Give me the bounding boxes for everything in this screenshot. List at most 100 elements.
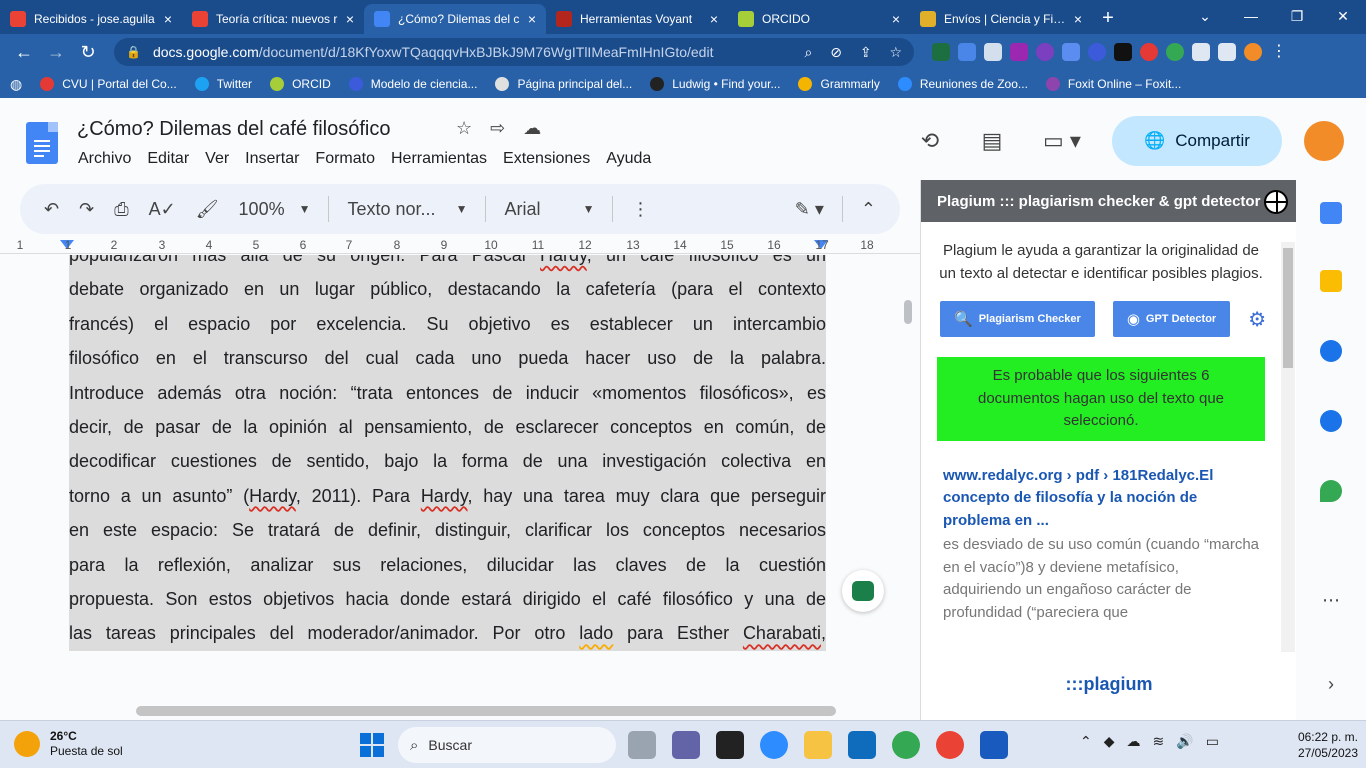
bookmark-item[interactable]: Grammarly [798, 77, 880, 91]
url-input[interactable]: 🔒 docs.google.com/document/d/18KfYoxwTQa… [114, 38, 914, 66]
share-button[interactable]: 🌐 Compartir [1112, 116, 1282, 166]
more-apps-icon[interactable]: ⋯ [1320, 590, 1342, 612]
back-icon[interactable]: ← [8, 42, 40, 63]
dropbox-icon[interactable]: ◆ [1104, 733, 1115, 750]
document-scrollbar[interactable] [904, 300, 912, 324]
meet-camera-icon[interactable]: ▭ ▾ [1034, 128, 1090, 154]
bookmark-star-icon[interactable]: ☆ [889, 44, 902, 60]
extension-icon[interactable] [1036, 43, 1054, 61]
menu-item[interactable]: Extensiones [495, 150, 598, 168]
comments-icon[interactable]: ▤ [972, 128, 1012, 154]
gpt-detector-badge[interactable] [842, 570, 884, 612]
start-button[interactable] [360, 733, 384, 757]
eye-off-icon[interactable]: ⊘ [830, 44, 842, 60]
close-tab-icon[interactable]: × [1074, 11, 1082, 27]
battery-icon[interactable]: ▭ [1206, 733, 1219, 750]
contacts-icon[interactable] [1320, 410, 1342, 432]
zoom-icon[interactable]: ⌕ [804, 44, 812, 60]
translate-extension-icon[interactable] [984, 43, 1002, 61]
document-canvas[interactable]: popularizaron más allá de su origen. Par… [0, 255, 920, 720]
collapse-menus-icon[interactable]: ⌃ [851, 199, 886, 220]
crosshair-close-icon[interactable] [1264, 190, 1288, 214]
extension-icon[interactable] [1062, 43, 1080, 61]
browser-tab[interactable]: Herramientas Voyant × [546, 4, 728, 34]
bookmark-item[interactable]: Foxit Online – Foxit... [1045, 77, 1181, 91]
excel-extension-icon[interactable] [932, 43, 950, 61]
close-tab-icon[interactable]: × [528, 11, 536, 27]
spellcheck-icon[interactable]: A✓ [139, 199, 186, 220]
browser-tab[interactable]: Recibidos - jose.aguila × [0, 4, 182, 34]
bookmark-item[interactable]: Página principal del... [495, 77, 632, 91]
sidepanel-icon[interactable] [1218, 43, 1236, 61]
browser-tab[interactable]: ORCIDO × [728, 4, 910, 34]
document-body[interactable]: popularizaron más allá de su origen. Par… [69, 255, 826, 651]
task-view-icon[interactable] [628, 731, 656, 759]
forward-icon[interactable]: → [40, 42, 72, 63]
more-options-icon[interactable]: ⋮ [621, 199, 659, 220]
menu-dots-icon[interactable]: ⋮ [1270, 43, 1288, 61]
weather-widget[interactable]: 26°C Puesta de sol [14, 729, 123, 759]
bookmark-item[interactable]: Ludwig • Find your... [650, 77, 780, 91]
bookmark-item[interactable]: ORCID [270, 77, 331, 91]
spelling-flag[interactable]: Hardy [540, 255, 587, 265]
menu-item[interactable]: Editar [139, 150, 197, 168]
maps-icon[interactable] [1320, 480, 1342, 502]
calendar-icon[interactable] [1320, 202, 1342, 224]
spelling-flag[interactable]: Hardy [421, 486, 468, 506]
menu-item[interactable]: Ver [197, 150, 237, 168]
new-tab-button[interactable]: + [1092, 4, 1124, 34]
chevron-up-icon[interactable]: ⌃ [1080, 733, 1092, 750]
edit-mode-icon[interactable]: ✎ ▾ [785, 199, 834, 220]
extension-icon[interactable] [1114, 43, 1132, 61]
font-select[interactable]: Arial ▼ [494, 199, 604, 220]
mail-icon[interactable] [848, 731, 876, 759]
clock[interactable]: 06:22 p. m. 27/05/2023 [1258, 729, 1358, 761]
browser-tab[interactable]: Envíos | Ciencia y Filos × [910, 4, 1092, 34]
extension-icon[interactable] [1166, 43, 1184, 61]
extension-icon[interactable] [1088, 43, 1106, 61]
browser-tab[interactable]: ¿Cómo? Dilemas del c × [364, 4, 546, 34]
volume-icon[interactable]: 🔊 [1176, 733, 1193, 750]
chrome-icon[interactable] [892, 731, 920, 759]
tab-search-icon[interactable]: ⌄ [1182, 0, 1228, 34]
reload-icon[interactable]: ↻ [72, 42, 104, 63]
onedrive-icon[interactable]: ☁ [1127, 733, 1141, 750]
redo-icon[interactable]: ↷ [69, 199, 104, 220]
docs-logo-icon[interactable] [26, 122, 58, 164]
panel-scrollbar[interactable] [1281, 242, 1295, 652]
menu-item[interactable]: Insertar [237, 150, 307, 168]
menu-item[interactable]: Herramientas [383, 150, 495, 168]
word-icon[interactable] [980, 731, 1008, 759]
document-title[interactable]: ¿Cómo? Dilemas del café filosófico [77, 118, 390, 141]
gpt-detector-button[interactable]: ◉ GPT Detector [1112, 301, 1231, 337]
keep-icon[interactable] [1320, 270, 1342, 292]
teams-chat-icon[interactable] [672, 731, 700, 759]
chrome-active-icon[interactable] [936, 731, 964, 759]
app-icon[interactable] [716, 731, 744, 759]
paint-format-icon[interactable]: 🖌 [186, 199, 229, 220]
zoom-select[interactable]: 100% ▼ [229, 199, 321, 220]
bookmark-item[interactable]: Modelo de ciencia... [348, 77, 477, 91]
paragraph-style-select[interactable]: Texto nor... ▼ [337, 199, 477, 220]
profile-avatar[interactable] [1244, 43, 1262, 61]
cloud-saved-icon[interactable]: ☁ [523, 118, 541, 139]
wifi-icon[interactable]: ≋ [1153, 733, 1165, 750]
close-tab-icon[interactable]: × [346, 11, 354, 27]
browser-tab[interactable]: Teoría crítica: nuevos r × [182, 4, 364, 34]
spelling-flag[interactable]: Charabati [743, 623, 821, 643]
puzzle-icon[interactable] [1192, 43, 1210, 61]
star-icon[interactable]: ☆ [456, 118, 472, 139]
bookmark-item[interactable]: CVU | Portal del Co... [40, 77, 177, 91]
gear-icon[interactable]: ⚙ [1248, 307, 1266, 332]
result-link[interactable]: www.redalyc.org › pdf › 181Redalyc.El co… [943, 465, 1259, 533]
apps-icon[interactable]: ◍ [10, 76, 22, 93]
zoom-app-icon[interactable] [760, 731, 788, 759]
extension-icon[interactable] [1140, 43, 1158, 61]
tasks-icon[interactable] [1320, 340, 1342, 362]
move-folder-icon[interactable]: ⇨ [490, 118, 505, 139]
plagiarism-checker-button[interactable]: 🔍 Plagiarism Checker [940, 301, 1095, 337]
account-avatar[interactable] [1304, 121, 1344, 161]
close-tab-icon[interactable]: × [710, 11, 718, 27]
ruler[interactable]: 1 1 2 3 4 5 6 7 8 9 10 11 12 13 14 15 16 17 18 [0, 238, 920, 254]
minimize-icon[interactable]: — [1228, 0, 1274, 34]
